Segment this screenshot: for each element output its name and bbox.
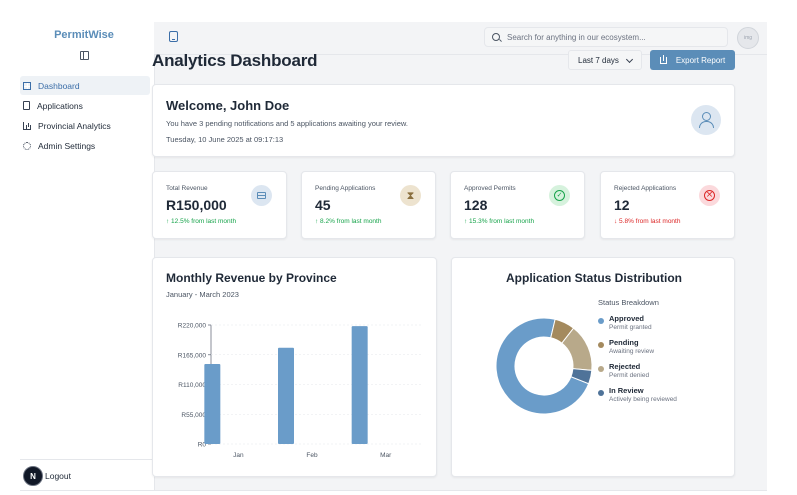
search-box[interactable] <box>484 27 728 47</box>
stat-change: ↓ 5.8% from last month <box>614 218 681 225</box>
sidebar-toggle-icon[interactable] <box>80 51 89 60</box>
user-avatar[interactable]: img <box>737 27 759 49</box>
sidebar-nav: Dashboard Applications Provincial Analyt… <box>20 76 150 156</box>
x-tick-label: Mar <box>380 452 392 459</box>
legend-name: In Review <box>609 386 644 395</box>
tablet-icon[interactable] <box>169 31 178 42</box>
status-donut-chart <box>495 317 593 415</box>
legend-name: Rejected <box>609 362 641 371</box>
stat-card-pending-applications: Pending Applications 45 ↑ 8.2% from last… <box>301 171 436 239</box>
legend-item-pending: Pending Awaiting review <box>598 338 718 360</box>
sidebar-item-label: Admin Settings <box>38 140 96 151</box>
brand-logo[interactable]: PermitWise <box>20 29 148 41</box>
welcome-date: Tuesday, 10 June 2025 at 09:17:13 <box>166 135 284 144</box>
download-icon <box>659 54 667 64</box>
y-tick-label: R220,000 <box>178 323 207 330</box>
legend-desc: Actively being reviewed <box>609 396 677 403</box>
revenue-bar-chart: R0R55,000R110,000R165,000R220,000Jan Feb M… <box>178 323 423 459</box>
logout-button[interactable]: Logout <box>45 471 71 481</box>
stat-label: Pending Applications <box>315 185 376 192</box>
check-circle-icon <box>549 185 570 206</box>
legend-desc: Permit denied <box>609 372 650 379</box>
chevron-down-icon <box>625 55 634 64</box>
sidebar-item-label: Applications <box>37 100 83 111</box>
user-icon <box>691 105 721 135</box>
legend-item-approved: Approved Permit granted <box>598 314 718 336</box>
sidebar-item-applications[interactable]: Applications <box>20 96 150 115</box>
stat-value: R150,000 <box>166 197 227 213</box>
y-tick-label: R110,000 <box>178 382 206 389</box>
bar-mar <box>351 326 368 444</box>
stat-value: 12 <box>614 197 630 213</box>
welcome-card: Welcome, John Doe You have 3 pending not… <box>152 84 735 157</box>
export-report-button[interactable]: Export Report <box>650 50 735 70</box>
sidebar-footer: N Logout <box>20 459 154 490</box>
stat-card-total-revenue: Total Revenue R150,000 ↑ 12.5% from last… <box>152 171 287 239</box>
legend-dot <box>598 342 604 348</box>
chart-title: Application Status Distribution <box>506 271 682 285</box>
date-range-label: Last 7 days <box>578 55 619 65</box>
stat-label: Rejected Applications <box>614 185 677 192</box>
date-range-select[interactable]: Last 7 days <box>568 50 642 70</box>
stat-change: ↑ 8.2% from last month <box>315 218 382 225</box>
sidebar-item-label: Provincial Analytics <box>38 120 111 131</box>
bar-jan <box>204 363 221 444</box>
legend-desc: Permit granted <box>609 324 652 331</box>
legend-title: Status Breakdown <box>598 298 659 307</box>
dashboard-grid-icon <box>23 81 31 90</box>
stat-label: Approved Permits <box>464 185 516 192</box>
sidebar-item-admin-settings[interactable]: Admin Settings <box>20 136 150 155</box>
sidebar-item-label: Dashboard <box>38 80 80 91</box>
search-icon <box>492 33 500 41</box>
y-tick-label: R165,000 <box>178 352 207 359</box>
export-report-label: Export Report <box>675 55 726 65</box>
document-icon <box>23 101 30 110</box>
stat-value: 45 <box>315 197 331 213</box>
stat-change: ↑ 12.5% from last month <box>166 218 237 225</box>
legend-name: Approved <box>609 314 645 323</box>
sidebar-item-dashboard[interactable]: Dashboard <box>20 76 150 95</box>
legend-name: Pending <box>609 338 639 347</box>
search-input[interactable] <box>507 32 717 42</box>
sidebar: PermitWise Dashboard Applications Provin… <box>20 22 155 490</box>
x-tick-label: Jan <box>233 452 244 459</box>
legend-dot <box>598 366 604 372</box>
stat-card-approved-permits: Approved Permits 128 ↑ 15.3% from last m… <box>450 171 585 239</box>
bar-feb <box>278 347 294 444</box>
status-chart-card: Application Status Distribution Status B… <box>451 257 735 477</box>
x-circle-icon <box>699 185 720 206</box>
credit-card-icon <box>251 185 272 206</box>
x-tick-label: Feb <box>306 452 318 459</box>
stat-change: ↑ 15.3% from last month <box>464 218 535 225</box>
sidebar-item-provincial-analytics[interactable]: Provincial Analytics <box>20 116 150 135</box>
stat-value: 128 <box>464 197 488 213</box>
revenue-chart-card: Monthly Revenue by Province January - Ma… <box>152 257 437 477</box>
legend-desc: Awaiting review <box>609 348 655 355</box>
page-title: Analytics Dashboard <box>152 51 318 70</box>
legend-dot <box>598 318 604 324</box>
dev-badge[interactable]: N <box>23 466 43 486</box>
legend-item-in-review: In Review Actively being reviewed <box>598 386 718 408</box>
welcome-subtitle: You have 3 pending notifications and 5 a… <box>166 119 408 128</box>
gear-icon <box>23 141 31 150</box>
stat-card-rejected-applications: Rejected Applications 12 ↓ 5.8% from las… <box>600 171 735 239</box>
legend-item-rejected: Rejected Permit denied <box>598 362 718 384</box>
bar-chart-icon <box>23 121 31 130</box>
hourglass-icon <box>400 185 421 206</box>
y-tick-label: R55,000 <box>181 412 206 419</box>
welcome-title: Welcome, John Doe <box>166 98 290 113</box>
legend-dot <box>598 390 604 396</box>
stat-label: Total Revenue <box>166 185 208 192</box>
